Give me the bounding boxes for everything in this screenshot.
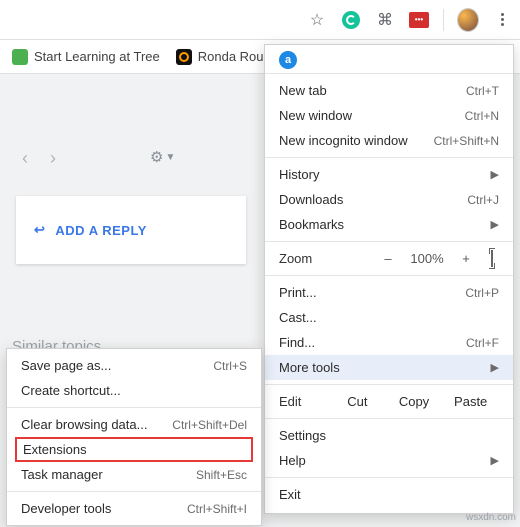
menu-label: Settings <box>279 428 326 443</box>
bookmark-item[interactable]: Ronda Rou <box>176 49 264 65</box>
menu-label: History <box>279 167 319 182</box>
submenu-create-shortcut[interactable]: Create shortcut... <box>7 378 261 403</box>
zoom-value: 100% <box>407 251 447 266</box>
menu-cast[interactable]: Cast... <box>265 305 513 330</box>
menu-find[interactable]: Find... Ctrl+F <box>265 330 513 355</box>
attribution: wsxdn.com <box>466 512 516 523</box>
menu-more-tools[interactable]: More tools ▶ <box>265 355 513 380</box>
zoom-label: Zoom <box>279 251 369 266</box>
menu-zoom-row: Zoom – 100% + <box>265 246 513 271</box>
menu-downloads[interactable]: Downloads Ctrl+J <box>265 187 513 212</box>
submenu-arrow-icon: ▶ <box>491 361 499 374</box>
bookmark-label: Start Learning at Tree <box>34 49 160 64</box>
submenu-save-page-as[interactable]: Save page as... Ctrl+S <box>7 353 261 378</box>
chrome-main-menu: a New tab Ctrl+T New window Ctrl+N New i… <box>264 44 514 514</box>
menu-label: New window <box>279 108 352 123</box>
reply-arrow-icon: ↩ <box>34 222 45 238</box>
menu-label: More tools <box>279 360 340 375</box>
toolbar-divider <box>443 9 444 31</box>
menu-separator <box>7 407 261 408</box>
menu-label: Help <box>279 453 306 468</box>
grammarly-icon[interactable] <box>341 10 361 30</box>
star-icon[interactable]: ☆ <box>307 10 327 30</box>
menu-separator <box>265 157 513 158</box>
menu-shortcut: Ctrl+T <box>466 84 499 98</box>
menu-label: Developer tools <box>21 501 111 516</box>
menu-label: Cast... <box>279 310 317 325</box>
menu-label: Exit <box>279 487 301 502</box>
menu-label: Save page as... <box>21 358 111 373</box>
menu-separator <box>265 241 513 242</box>
zoom-out-button[interactable]: – <box>381 251 395 266</box>
amazon-assistant-icon[interactable]: a <box>279 51 297 69</box>
prev-icon[interactable]: ‹ <box>22 148 28 169</box>
menu-separator <box>265 73 513 74</box>
menu-label: Bookmarks <box>279 217 344 232</box>
menu-shortcut: Ctrl+Shift+Del <box>172 418 247 432</box>
submenu-clear-browsing-data[interactable]: Clear browsing data... Ctrl+Shift+Del <box>7 412 261 437</box>
menu-bookmarks[interactable]: Bookmarks ▶ <box>265 212 513 237</box>
menu-separator <box>265 477 513 478</box>
bug-icon[interactable]: ⌘ <box>375 10 395 30</box>
menu-separator <box>265 418 513 419</box>
pager-arrows: ‹ › <box>22 148 56 169</box>
more-tools-submenu: Save page as... Ctrl+S Create shortcut..… <box>6 348 262 526</box>
edit-paste[interactable]: Paste <box>442 394 499 409</box>
menu-shortcut: Ctrl+J <box>467 193 499 207</box>
kebab-menu-icon[interactable] <box>492 10 512 30</box>
menu-label: Print... <box>279 285 317 300</box>
menu-separator <box>265 384 513 385</box>
menu-separator <box>265 275 513 276</box>
menu-new-tab[interactable]: New tab Ctrl+T <box>265 78 513 103</box>
menu-label: Extensions <box>23 442 87 457</box>
bookmark-item[interactable]: Start Learning at Tree <box>12 49 160 65</box>
avatar-icon[interactable] <box>458 10 478 30</box>
bookmark-favicon <box>176 49 192 65</box>
menu-history[interactable]: History ▶ <box>265 162 513 187</box>
menu-edit-row: Edit Cut Copy Paste <box>265 389 513 414</box>
submenu-arrow-icon: ▶ <box>491 218 499 231</box>
bookmark-favicon <box>12 49 28 65</box>
menu-label: New tab <box>279 83 327 98</box>
submenu-developer-tools[interactable]: Developer tools Ctrl+Shift+I <box>7 496 261 521</box>
submenu-arrow-icon: ▶ <box>491 168 499 181</box>
edit-copy[interactable]: Copy <box>386 394 443 409</box>
add-reply-label: ADD A REPLY <box>55 223 146 238</box>
menu-separator <box>7 491 261 492</box>
menu-label: Find... <box>279 335 315 350</box>
browser-toolbar: ☆ ⌘ ••• <box>0 0 520 40</box>
menu-new-window[interactable]: New window Ctrl+N <box>265 103 513 128</box>
zoom-in-button[interactable]: + <box>459 251 473 266</box>
menu-label: Create shortcut... <box>21 383 121 398</box>
edit-cut[interactable]: Cut <box>329 394 386 409</box>
menu-shortcut: Ctrl+N <box>465 109 499 123</box>
menu-shortcut: Ctrl+F <box>466 336 499 350</box>
menu-shortcut: Shift+Esc <box>196 468 247 482</box>
menu-shortcut: Ctrl+P <box>465 286 499 300</box>
menu-exit[interactable]: Exit <box>265 482 513 507</box>
menu-label: Task manager <box>21 467 103 482</box>
menu-print[interactable]: Print... Ctrl+P <box>265 280 513 305</box>
gear-dropdown[interactable]: ⚙ ▼ <box>150 148 175 166</box>
menu-label: New incognito window <box>279 133 408 148</box>
edit-label: Edit <box>279 394 329 409</box>
menu-shortcut: Ctrl+Shift+I <box>187 502 247 516</box>
menu-label: Clear browsing data... <box>21 417 147 432</box>
lastpass-icon[interactable]: ••• <box>409 10 429 30</box>
menu-new-incognito[interactable]: New incognito window Ctrl+Shift+N <box>265 128 513 153</box>
add-reply-button[interactable]: ↩ ADD A REPLY <box>16 196 246 264</box>
bookmark-label: Ronda Rou <box>198 49 264 64</box>
next-icon[interactable]: › <box>50 148 56 169</box>
submenu-extensions-highlight: Extensions <box>15 437 253 462</box>
menu-settings[interactable]: Settings <box>265 423 513 448</box>
fullscreen-icon[interactable] <box>485 251 499 266</box>
submenu-extensions[interactable]: Extensions <box>23 442 245 457</box>
menu-help[interactable]: Help ▶ <box>265 448 513 473</box>
menu-shortcut: Ctrl+S <box>213 359 247 373</box>
submenu-task-manager[interactable]: Task manager Shift+Esc <box>7 462 261 487</box>
menu-label: Downloads <box>279 192 343 207</box>
menu-shortcut: Ctrl+Shift+N <box>434 134 499 148</box>
submenu-arrow-icon: ▶ <box>491 454 499 467</box>
